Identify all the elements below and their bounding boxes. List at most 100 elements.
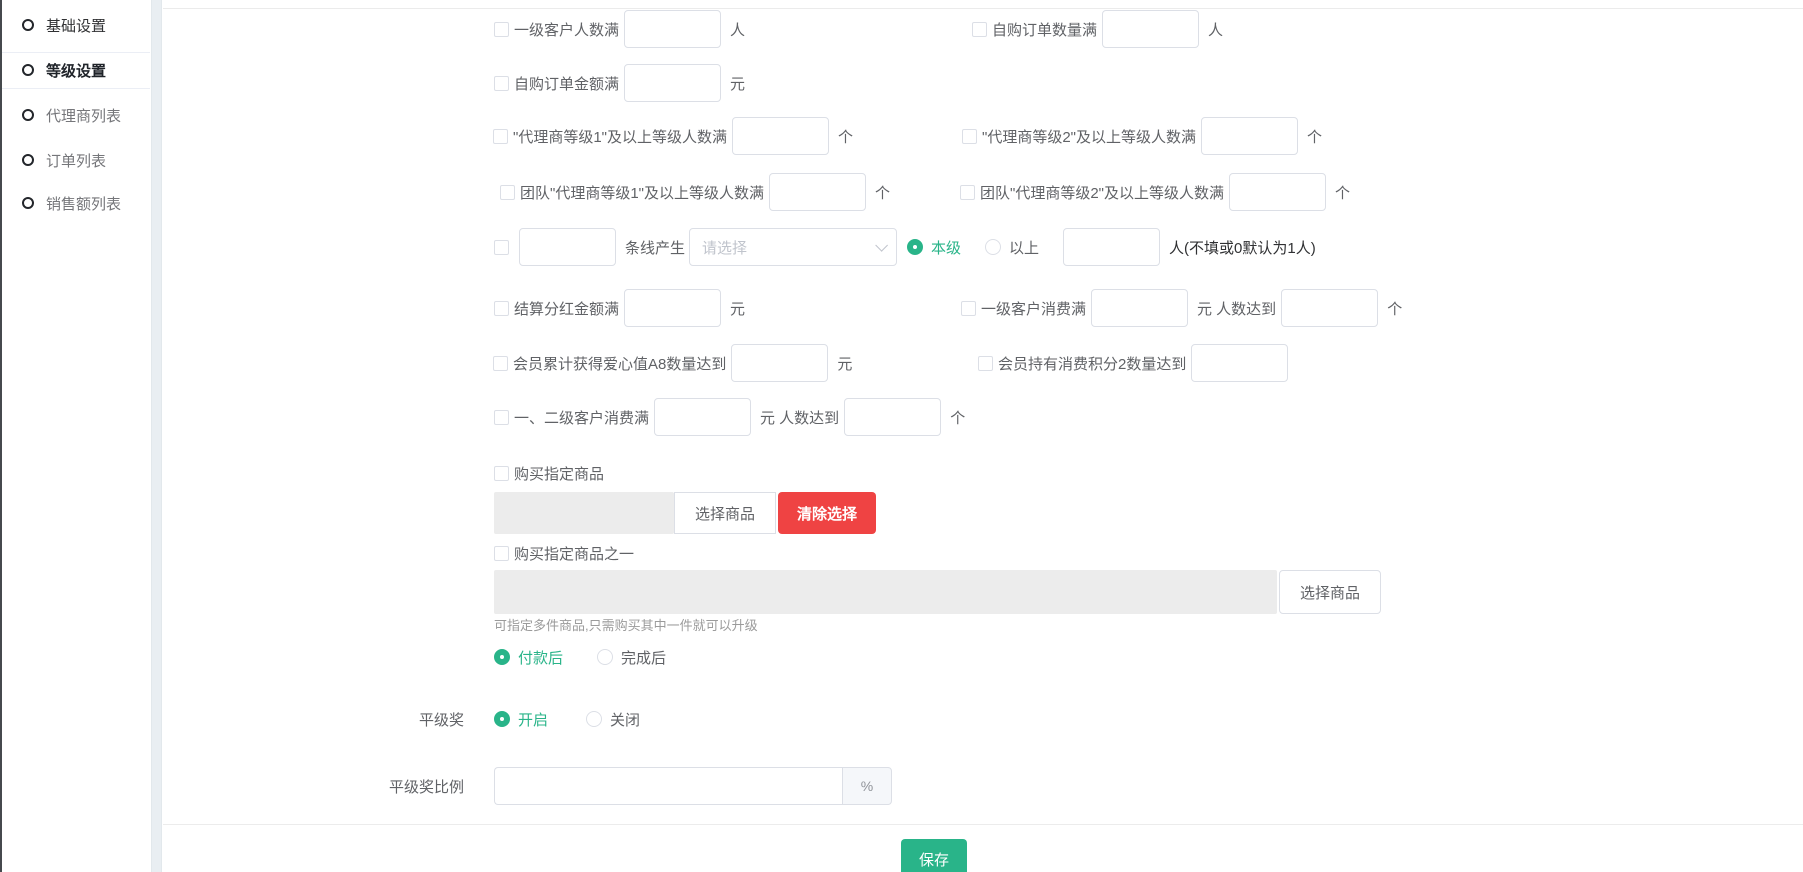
sidebar-item-label: 代理商列表 xyxy=(46,105,121,126)
settle-dividend-input[interactable] xyxy=(624,289,721,327)
page: 基础设置 等级设置 代理商列表 订单列表 销售额列表 一级客户人数满 人 xyxy=(0,0,1803,872)
save-button[interactable]: 保存 xyxy=(901,839,967,872)
checkbox[interactable] xyxy=(494,410,509,425)
row-pay-timing: 付款后 完成后 xyxy=(494,641,690,673)
lines-suffix-label: 人(不填或0默认为1人) xyxy=(1169,237,1316,258)
checkbox-label: 团队"代理商等级2"及以上等级人数满 xyxy=(980,182,1224,203)
checkbox-label: 一级客户人数满 xyxy=(514,19,619,40)
checkbox-label: 一、二级客户消费满 xyxy=(514,407,649,428)
level12-consume-people-input[interactable] xyxy=(844,398,941,436)
peer-ratio-input[interactable] xyxy=(494,767,842,805)
radio-label-after-pay: 付款后 xyxy=(518,647,563,668)
selected-goods-one-field xyxy=(494,570,1277,614)
row-consume-points: 会员持有消费积分2数量达到 xyxy=(978,339,1297,387)
checkbox-label: 一级客户消费满 xyxy=(981,298,1086,319)
checkbox-label: 结算分红金额满 xyxy=(514,298,619,319)
radio-label-above-level: 以上 xyxy=(1009,237,1039,258)
lines-people-input[interactable] xyxy=(1063,228,1160,266)
sidebar: 基础设置 等级设置 代理商列表 订单列表 销售额列表 xyxy=(2,0,150,872)
circle-icon xyxy=(22,64,34,76)
goods-hint-text: 可指定多件商品,只需购买其中一件就可以升级 xyxy=(494,615,758,634)
circle-icon xyxy=(22,154,34,166)
checkbox[interactable] xyxy=(494,22,509,37)
checkbox-label: 团队"代理商等级1"及以上等级人数满 xyxy=(520,182,764,203)
sidebar-item-label: 基础设置 xyxy=(46,15,106,36)
unit-label: 元 人数达到 xyxy=(1197,298,1276,319)
unit-label: 元 xyxy=(730,298,745,319)
row-agent1-count: "代理商等级1"及以上等级人数满 个 xyxy=(493,112,853,160)
love-value-input[interactable] xyxy=(731,344,828,382)
footer-divider xyxy=(163,824,1803,825)
level1-customers-input[interactable] xyxy=(624,10,721,48)
team-agent2-count-input[interactable] xyxy=(1229,173,1326,211)
radio-after-complete[interactable] xyxy=(597,649,613,665)
checkbox-label: 会员累计获得爱心值A8数量达到 xyxy=(513,353,726,374)
checkbox[interactable] xyxy=(960,185,975,200)
checkbox[interactable] xyxy=(494,240,509,255)
radio-self-level[interactable] xyxy=(907,239,923,255)
level-settings-form: 一级客户人数满 人 自购订单数量满 人 自购订单金额满 元 "代理商等级1"及以… xyxy=(163,0,1803,872)
level1-consume-people-input[interactable] xyxy=(1281,289,1378,327)
checkbox[interactable] xyxy=(978,356,993,371)
checkbox[interactable] xyxy=(494,76,509,91)
peer-award-label: 平级奖 xyxy=(313,709,464,730)
level12-consume-amount-input[interactable] xyxy=(654,398,751,436)
checkbox[interactable] xyxy=(494,301,509,316)
radio-label-peer-award-off: 关闭 xyxy=(610,709,640,730)
row-level1-customers: 一级客户人数满 人 xyxy=(494,5,745,53)
scrollbar-track[interactable] xyxy=(151,0,162,872)
level1-consume-amount-input[interactable] xyxy=(1091,289,1188,327)
unit-label: 个 xyxy=(1335,182,1350,203)
row-self-order-count: 自购订单数量满 人 xyxy=(972,5,1223,53)
unit-label: 个 xyxy=(1387,298,1402,319)
row-buy-goods-one-controls: 选择商品 xyxy=(494,568,1381,616)
selected-goods-field xyxy=(494,492,674,534)
consume-points-input[interactable] xyxy=(1191,344,1288,382)
clear-selection-button[interactable]: 清除选择 xyxy=(778,492,876,534)
checkbox[interactable] xyxy=(962,129,977,144)
sidebar-item-label: 订单列表 xyxy=(46,150,106,171)
checkbox[interactable] xyxy=(972,22,987,37)
row-team-agent1-count: 团队"代理商等级1"及以上等级人数满 个 xyxy=(500,168,890,216)
sidebar-item-label: 等级设置 xyxy=(46,60,106,81)
sidebar-item-basic-settings[interactable]: 基础设置 xyxy=(2,3,150,47)
checkbox-label: "代理商等级2"及以上等级人数满 xyxy=(982,126,1196,147)
radio-peer-award-on[interactable] xyxy=(494,711,510,727)
radio-above-level[interactable] xyxy=(985,239,1001,255)
lines-count-input[interactable] xyxy=(519,228,616,266)
row-buy-goods-controls: 选择商品 清除选择 xyxy=(494,489,876,537)
unit-label: 元 xyxy=(730,73,745,94)
row-team-agent2-count: 团队"代理商等级2"及以上等级人数满 个 xyxy=(960,168,1350,216)
percent-addon: % xyxy=(842,767,892,805)
agent2-count-input[interactable] xyxy=(1201,117,1298,155)
row-love-value: 会员累计获得爱心值A8数量达到 元 xyxy=(493,339,852,387)
self-order-amount-input[interactable] xyxy=(624,64,721,102)
circle-icon xyxy=(22,109,34,121)
checkbox[interactable] xyxy=(493,356,508,371)
unit-label: 个 xyxy=(838,126,853,147)
sidebar-item-order-list[interactable]: 订单列表 xyxy=(2,138,150,182)
row-peer-ratio: 平级奖比例 % xyxy=(313,762,892,810)
checkbox[interactable] xyxy=(494,546,509,561)
lines-level-select[interactable]: 请选择 xyxy=(689,228,897,266)
select-goods-one-button[interactable]: 选择商品 xyxy=(1279,570,1381,614)
radio-after-pay[interactable] xyxy=(494,649,510,665)
unit-label: 个 xyxy=(950,407,965,428)
row-lines-produce: 条线产生 请选择 本级 以上 人(不填或0默认为1人) xyxy=(494,223,1316,271)
radio-peer-award-off[interactable] xyxy=(586,711,602,727)
sidebar-item-sales-list[interactable]: 销售额列表 xyxy=(2,181,150,225)
sidebar-item-agent-list[interactable]: 代理商列表 xyxy=(2,93,150,137)
lines-mid-label: 条线产生 xyxy=(625,237,685,258)
self-order-count-input[interactable] xyxy=(1102,10,1199,48)
checkbox[interactable] xyxy=(494,466,509,481)
team-agent1-count-input[interactable] xyxy=(769,173,866,211)
agent1-count-input[interactable] xyxy=(732,117,829,155)
unit-label: 个 xyxy=(875,182,890,203)
sidebar-item-level-settings[interactable]: 等级设置 xyxy=(2,48,150,92)
checkbox[interactable] xyxy=(500,185,515,200)
row-self-order-amount: 自购订单金额满 元 xyxy=(494,59,745,107)
checkbox[interactable] xyxy=(493,129,508,144)
select-goods-button[interactable]: 选择商品 xyxy=(674,492,776,534)
checkbox[interactable] xyxy=(961,301,976,316)
sidebar-divider xyxy=(2,88,150,89)
